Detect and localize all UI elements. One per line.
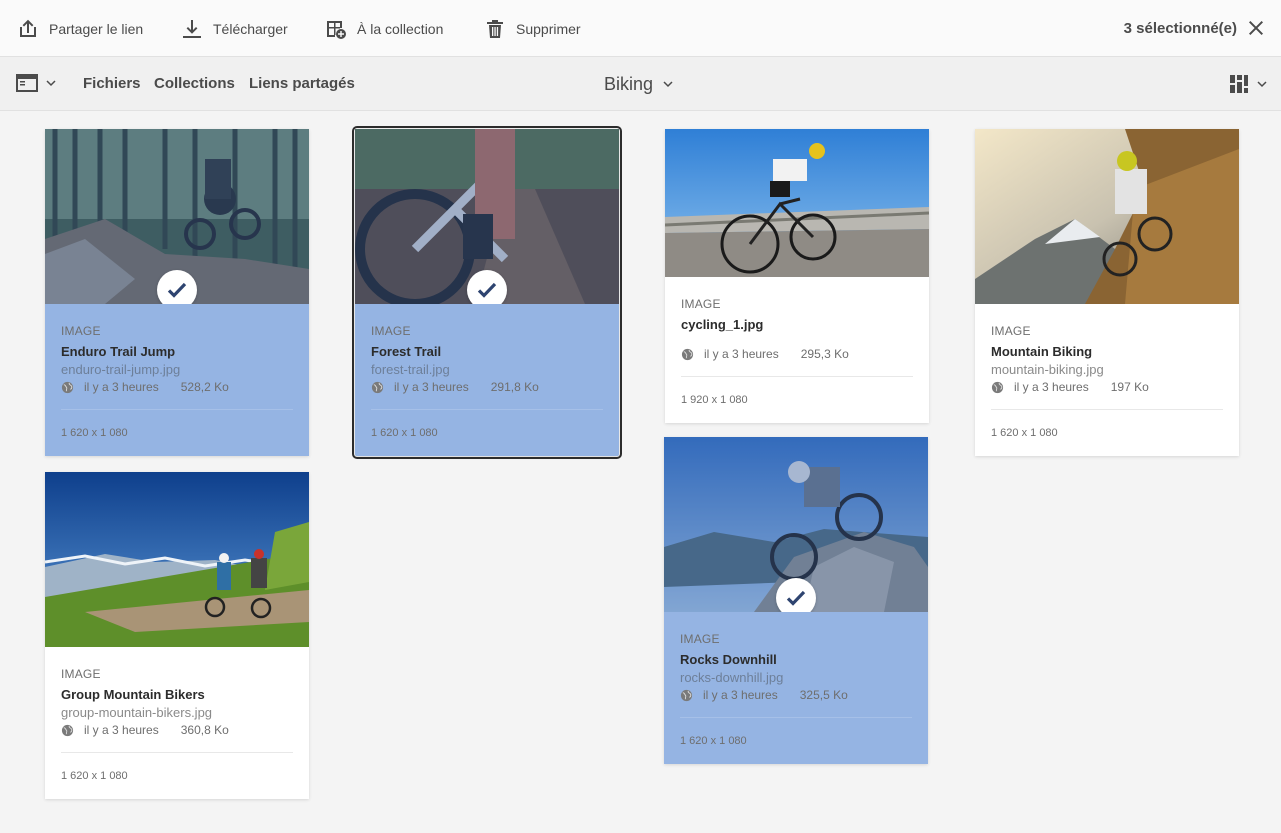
asset-type: IMAGE: [61, 324, 101, 338]
trash-icon: [487, 19, 503, 38]
asset-card[interactable]: IMAGE Rocks Downhill rocks-downhill.jpg …: [664, 437, 928, 764]
asset-modified: il y a 3 heures: [704, 347, 779, 361]
asset-title: Rocks Downhill: [680, 652, 777, 667]
divider: [681, 376, 913, 377]
chevron-down-icon: [1257, 81, 1267, 88]
asset-card[interactable]: IMAGE Mountain Biking mountain-biking.jp…: [975, 129, 1239, 456]
asset-title: Enduro Trail Jump: [61, 344, 176, 359]
add-to-collection-button[interactable]: À la collection: [325, 0, 443, 57]
asset-filename: rocks-downhill.jpg: [680, 670, 784, 685]
chevron-down-icon: [46, 80, 56, 87]
share-link-button[interactable]: Partager le lien: [17, 0, 143, 57]
divider: [680, 717, 912, 718]
asset-title: Forest Trail: [371, 344, 442, 359]
download-label: Télécharger: [213, 20, 288, 37]
asset-type: IMAGE: [680, 632, 720, 646]
asset-size: 291,8 Ko: [490, 380, 539, 394]
globe-icon: [371, 381, 384, 393]
asset-filename: enduro-trail-jump.jpg: [61, 362, 181, 377]
nav-bar: Fichiers Collections Liens partagés Biki…: [0, 57, 1281, 111]
asset-filename: mountain-biking.jpg: [991, 362, 1104, 377]
rail-toggle-button[interactable]: [16, 73, 56, 93]
asset-type: IMAGE: [61, 667, 101, 681]
asset-meta: IMAGE Rocks Downhill rocks-downhill.jpg …: [664, 612, 928, 764]
delete-label: Supprimer: [516, 20, 581, 37]
asset-resolution: 1 620 x 1 080: [680, 735, 747, 747]
globe-icon: [61, 381, 74, 393]
asset-resolution: 1 920 x 1 080: [681, 394, 748, 406]
folder-title-dropdown[interactable]: Biking: [604, 57, 673, 111]
asset-size: 325,5 Ko: [799, 688, 848, 702]
asset-title: Mountain Biking: [991, 344, 1093, 359]
thumbnail-image: [975, 129, 1239, 304]
divider: [991, 409, 1223, 410]
asset-resolution: 1 620 x 1 080: [61, 427, 128, 439]
asset-thumbnail: [664, 437, 928, 612]
rail-icon: [16, 74, 38, 92]
asset-title: Group Mountain Bikers: [61, 687, 205, 702]
nav-collections[interactable]: Collections: [154, 57, 235, 111]
action-bar: Partager le lien Télécharger À la collec…: [0, 0, 1281, 57]
thumbnail-image: [665, 129, 929, 277]
asset-modified: il y a 3 heures: [1014, 380, 1089, 394]
view-switcher-button[interactable]: [1229, 74, 1267, 94]
divider: [61, 752, 293, 753]
asset-meta: IMAGE Mountain Biking mountain-biking.jp…: [975, 304, 1239, 456]
divider: [61, 409, 293, 410]
checkmark-icon[interactable]: [776, 578, 816, 612]
asset-type: IMAGE: [371, 324, 411, 338]
asset-size: 197 Ko: [1110, 380, 1149, 394]
nav-files[interactable]: Fichiers: [83, 57, 141, 111]
asset-title: cycling_1.jpg: [681, 317, 764, 332]
asset-thumbnail: [45, 129, 309, 304]
asset-card[interactable]: IMAGE Group Mountain Bikers group-mounta…: [45, 472, 309, 799]
asset-type: IMAGE: [681, 297, 721, 311]
asset-card[interactable]: IMAGE Forest Trail forest-trail.jpg il y…: [352, 126, 622, 459]
asset-thumbnail: [45, 472, 309, 647]
asset-filename: forest-trail.jpg: [371, 362, 450, 377]
asset-modified: il y a 3 heures: [84, 380, 159, 394]
asset-filename: group-mountain-bikers.jpg: [61, 705, 213, 720]
asset-size: 528,2 Ko: [180, 380, 229, 394]
folder-title: Biking: [604, 73, 654, 94]
asset-resolution: 1 620 x 1 080: [61, 770, 128, 782]
globe-icon: [681, 348, 694, 360]
asset-meta: IMAGE Enduro Trail Jump enduro-trail-jum…: [45, 304, 309, 456]
divider: [371, 409, 603, 410]
asset-size: 360,8 Ko: [180, 723, 229, 737]
asset-thumbnail: [975, 129, 1239, 304]
asset-card[interactable]: IMAGE cycling_1.jpg il y a 3 heures 295,…: [665, 129, 929, 423]
delete-button[interactable]: Supprimer: [484, 0, 581, 57]
asset-meta: IMAGE Group Mountain Bikers group-mounta…: [45, 647, 309, 799]
asset-modified: il y a 3 heures: [84, 723, 159, 737]
download-icon: [183, 19, 201, 38]
asset-resolution: 1 620 x 1 080: [371, 427, 438, 439]
asset-modified: il y a 3 heures: [703, 688, 778, 702]
share-icon: [20, 19, 36, 37]
nav-shared-links[interactable]: Liens partagés: [249, 57, 355, 111]
asset-thumbnail: [665, 129, 929, 277]
asset-size: 295,3 Ko: [800, 347, 849, 361]
asset-meta: IMAGE Forest Trail forest-trail.jpg il y…: [355, 304, 619, 456]
card-view-icon: [1230, 75, 1248, 93]
add-to-collection-label: À la collection: [357, 20, 444, 37]
download-button[interactable]: Télécharger: [181, 0, 288, 57]
close-icon[interactable]: [1245, 17, 1267, 39]
thumbnail-image: [45, 472, 309, 647]
asset-resolution: 1 620 x 1 080: [991, 427, 1058, 439]
chevron-down-icon: [663, 81, 673, 88]
globe-icon: [61, 724, 74, 736]
asset-type: IMAGE: [991, 324, 1031, 338]
checkmark-icon[interactable]: [467, 270, 507, 304]
globe-icon: [680, 689, 693, 701]
collection-add-icon: [327, 20, 346, 39]
asset-card[interactable]: IMAGE Enduro Trail Jump enduro-trail-jum…: [45, 129, 309, 456]
share-link-label: Partager le lien: [49, 20, 144, 37]
selection-count: 3 sélectionné(e): [1123, 20, 1237, 37]
asset-meta: IMAGE cycling_1.jpg il y a 3 heures 295,…: [665, 277, 929, 423]
checkmark-icon[interactable]: [157, 270, 197, 304]
asset-modified: il y a 3 heures: [394, 380, 469, 394]
globe-icon: [991, 381, 1004, 393]
asset-thumbnail: [355, 129, 619, 304]
